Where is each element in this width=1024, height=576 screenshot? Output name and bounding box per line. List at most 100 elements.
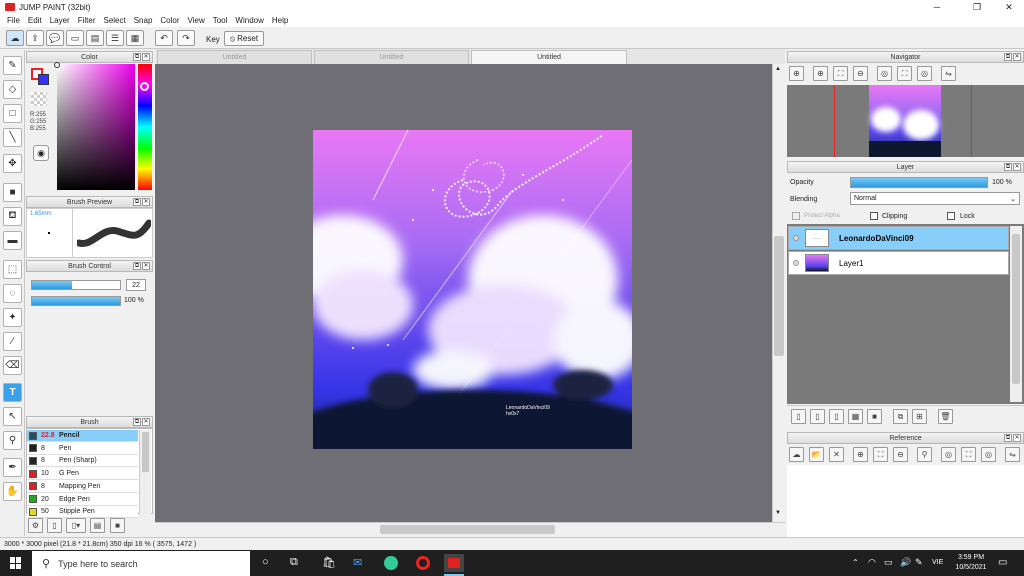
speech-icon[interactable]: ▭ [66, 30, 84, 46]
duplicate-layer-icon[interactable]: ⧉ [893, 409, 908, 424]
float-icon[interactable]: ⧉ [133, 198, 141, 206]
flip-icon[interactable]: ⇋ [941, 66, 956, 81]
reference-zoom-out-icon[interactable]: ⊖ [893, 447, 908, 462]
fit-window-icon[interactable]: ⛶ [897, 66, 912, 81]
brush-item[interactable]: 10 G Pen [27, 468, 138, 481]
brush-folder-dropdown-icon[interactable]: ▯▾ [66, 518, 86, 533]
select-rect-tool-icon[interactable]: ⬚ [3, 260, 22, 279]
brush-tool-icon[interactable]: ✎ [3, 56, 22, 75]
undo-icon[interactable]: ↶ [155, 30, 173, 46]
comment-icon[interactable]: 💬 [46, 30, 64, 46]
menu-select[interactable]: Select [99, 16, 129, 25]
brush-list-scrollbar[interactable] [139, 430, 151, 514]
brush-size-slider[interactable] [31, 280, 121, 290]
mail-icon[interactable]: ✉ [353, 556, 362, 569]
saturation-value-picker[interactable] [57, 64, 135, 190]
zoom-icon[interactable]: ⊕ [789, 66, 804, 81]
brush-size-field[interactable]: 22 [126, 279, 146, 291]
menu-file[interactable]: File [3, 16, 24, 25]
task-view-icon[interactable]: ⧉ [290, 556, 298, 569]
close-panel-icon[interactable]: ✕ [142, 53, 150, 61]
picker-cursor[interactable] [54, 62, 60, 68]
zoom-out-icon[interactable]: ⊖ [853, 66, 868, 81]
close-panel-icon[interactable]: ✕ [142, 418, 150, 426]
close-button[interactable]: ✕ [992, 0, 1024, 14]
menu-layer[interactable]: Layer [46, 16, 74, 25]
move-tool-icon[interactable]: ✥ [3, 154, 22, 173]
close-reference-icon[interactable]: ✕ [829, 447, 844, 462]
brush-settings-icon[interactable]: ⚙ [28, 518, 43, 533]
new-halftone-layer-icon[interactable]: ▦ [848, 409, 863, 424]
gradient-tool-icon[interactable]: ▬ [3, 231, 22, 250]
new-layer-icon[interactable]: ▯ [791, 409, 806, 424]
cortana-icon[interactable]: ○ [262, 556, 269, 568]
open-reference-icon[interactable]: 📂 [809, 447, 824, 462]
float-icon[interactable]: ⧉ [133, 53, 141, 61]
menu-help[interactable]: Help [268, 16, 292, 25]
brush-list-scroll-thumb[interactable] [142, 432, 149, 472]
minimize-button[interactable]: ─ [920, 0, 954, 14]
clock[interactable]: 3:59 PM 10/5/2021 [955, 553, 987, 573]
blending-select[interactable]: Normal ⌄ [850, 192, 1020, 205]
select-eraser-tool-icon[interactable]: ⌫ [3, 356, 22, 375]
tab-untitled-1[interactable]: Untitled [157, 50, 312, 64]
canvas-horizontal-scrollbar[interactable] [155, 522, 785, 536]
reference-rotate-right-icon[interactable]: ◎ [981, 447, 996, 462]
palette-icon[interactable]: ◉ [33, 145, 49, 161]
grid-icon[interactable]: ▦ [126, 30, 144, 46]
windows-start-icon[interactable] [10, 557, 22, 569]
float-icon[interactable]: ⧉ [133, 262, 141, 270]
reset-button[interactable]: ⦸ Reset [224, 31, 264, 46]
chevron-up-icon[interactable]: ⌃ [852, 558, 859, 567]
canvas-vertical-scrollbar[interactable]: ▲ ▼ [772, 64, 785, 522]
operation-tool-icon[interactable]: ↖ [3, 407, 22, 426]
float-icon[interactable]: ⧉ [133, 418, 141, 426]
vertical-scroll-thumb[interactable] [774, 236, 784, 356]
horizontal-scroll-thumb[interactable] [380, 525, 555, 534]
brush-item[interactable]: 50 Stipple Pen [27, 506, 138, 519]
new-layer-8bit-icon[interactable]: ▯ [810, 409, 825, 424]
close-panel-icon[interactable]: ✕ [142, 198, 150, 206]
clipping-checkbox[interactable] [870, 212, 878, 220]
browser-icon[interactable] [384, 556, 398, 570]
reference-view[interactable] [787, 465, 1024, 537]
brush-item[interactable]: 8 Pen (Sharp) [27, 455, 138, 468]
taskbar-search-box[interactable]: ⚲ Type here to search [32, 551, 250, 576]
menu-snap[interactable]: Snap [130, 16, 157, 25]
lock-checkbox[interactable] [947, 212, 955, 220]
tab-untitled-3[interactable]: Untitled [471, 50, 627, 64]
eyedropper-tool-icon[interactable]: ⚲ [3, 431, 22, 450]
cloud-icon[interactable]: ☁ [6, 30, 24, 46]
reference-fit-window-icon[interactable]: ⛶ [961, 447, 976, 462]
menu-edit[interactable]: Edit [24, 16, 46, 25]
list-icon[interactable]: ☰ [106, 30, 124, 46]
layer-row-leonardodavinci09[interactable]: ─── LeonardoDaVinci09 [788, 226, 1009, 250]
brush-item[interactable]: 8 Pen [27, 442, 138, 455]
layer-row-layer1[interactable]: Layer1 [788, 251, 1009, 275]
fill-rect-tool-icon[interactable]: ■ [3, 183, 22, 202]
float-icon[interactable]: ⧉ [1004, 434, 1012, 442]
reference-flip-icon[interactable]: ⇋ [1005, 447, 1020, 462]
layer-scroll-thumb[interactable] [1012, 234, 1020, 384]
brush-item[interactable]: 20 Edge Pen [27, 493, 138, 506]
pen-tool-icon[interactable]: ✒ [3, 458, 22, 477]
menu-window[interactable]: Window [231, 16, 267, 25]
jump-paint-taskbar-icon[interactable] [444, 554, 464, 572]
menu-tool[interactable]: Tool [209, 16, 232, 25]
reference-eyedropper-icon[interactable]: ⚲ [917, 447, 932, 462]
navigator-preview[interactable] [787, 85, 1024, 157]
new-brush-icon[interactable]: ▯ [47, 518, 62, 533]
menu-color[interactable]: Color [156, 16, 183, 25]
text-tool-icon[interactable]: T [3, 383, 22, 402]
menu-filter[interactable]: Filter [74, 16, 100, 25]
store-icon[interactable]: 🛍 [322, 556, 336, 569]
merge-layer-icon[interactable]: ⊞ [912, 409, 927, 424]
layer-visibility-icon[interactable] [793, 235, 799, 241]
zoom-in-icon[interactable]: ⊕ [813, 66, 828, 81]
brush-group-icon[interactable]: ■ [110, 518, 125, 533]
layer-visibility-icon[interactable] [793, 260, 799, 266]
notification-icon[interactable]: ▭ [998, 557, 1007, 568]
language-indicator[interactable]: VIE [932, 559, 943, 566]
brush-copy-icon[interactable]: ▤ [90, 518, 105, 533]
close-panel-icon[interactable]: ✕ [1013, 434, 1021, 442]
